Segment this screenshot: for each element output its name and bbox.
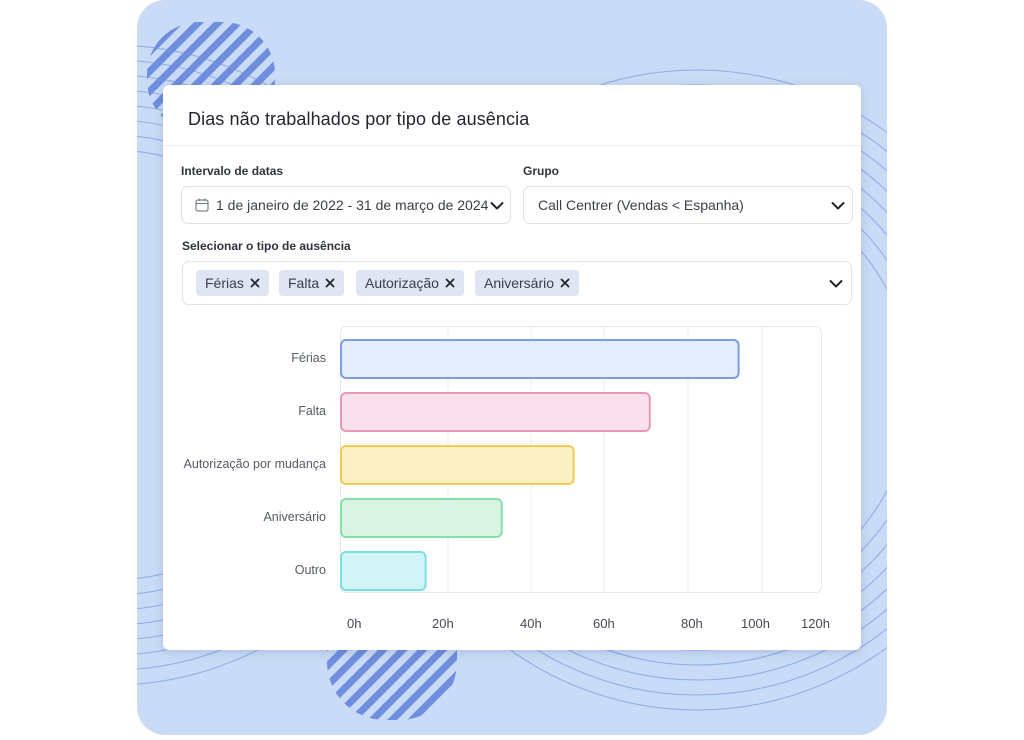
bar-chart xyxy=(340,327,763,592)
bar-autorização-por-mudança xyxy=(340,445,575,485)
bar-falta xyxy=(340,392,651,432)
bar-férias xyxy=(340,339,740,379)
bar-aniversário xyxy=(340,498,503,538)
absence-report-card: Dias não trabalhados por tipo de ausênci… xyxy=(163,85,861,650)
bar-outro xyxy=(340,551,427,591)
